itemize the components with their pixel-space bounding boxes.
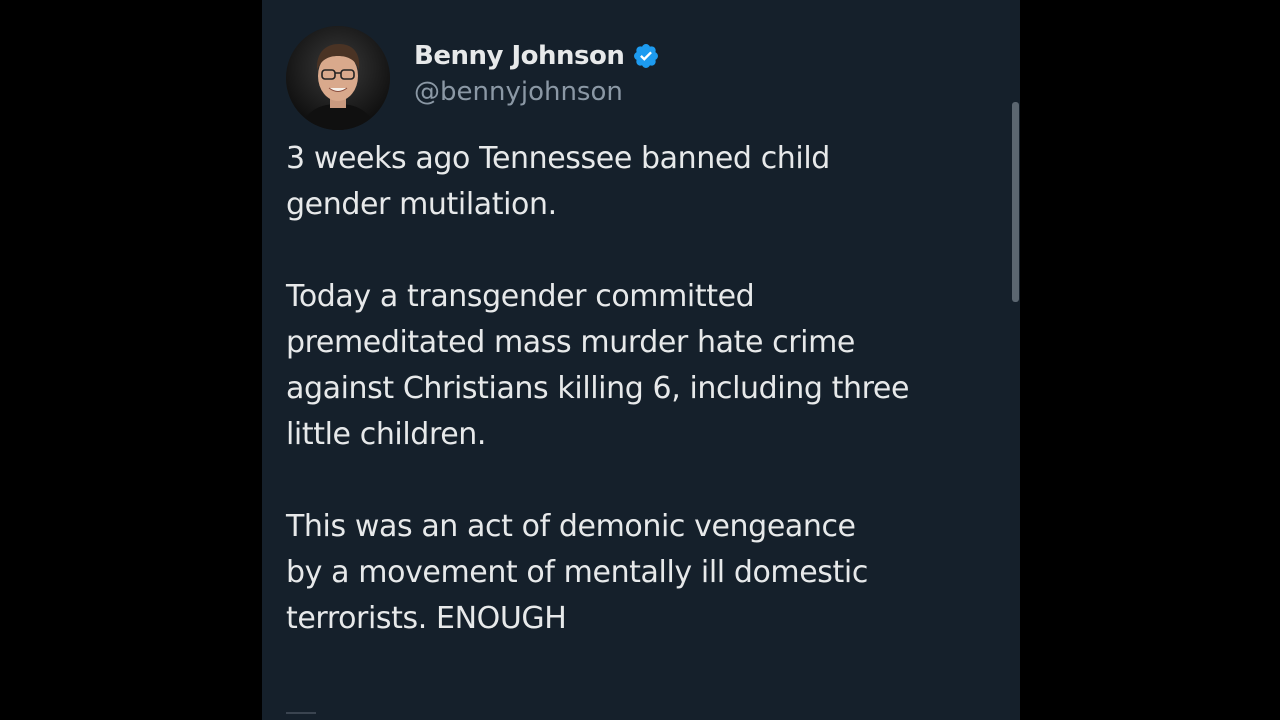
scrollbar-thumb[interactable] <box>1012 102 1019 302</box>
tweet-author: Benny Johnson @bennyjohnson <box>414 38 660 110</box>
author-handle[interactable]: @bennyjohnson <box>414 74 660 110</box>
author-display-name[interactable]: Benny Johnson <box>414 38 625 74</box>
author-name-row: Benny Johnson <box>414 38 660 74</box>
tweet-card: Benny Johnson @bennyjohnson 3 weeks ago … <box>262 0 1020 720</box>
divider <box>286 712 316 714</box>
avatar[interactable] <box>286 26 390 130</box>
tweet-paragraph: 3 weeks ago Tennessee banned child gende… <box>286 141 830 222</box>
profile-photo-icon <box>286 26 390 130</box>
screenshot-frame: Benny Johnson @bennyjohnson 3 weeks ago … <box>0 0 1280 720</box>
tweet-paragraph: Today a transgender committed premeditat… <box>286 279 910 452</box>
verified-badge-icon <box>632 42 660 70</box>
tweet-text: 3 weeks ago Tennessee banned child gende… <box>286 136 986 688</box>
tweet-paragraph: This was an act of demonic vengeance by … <box>286 509 868 636</box>
